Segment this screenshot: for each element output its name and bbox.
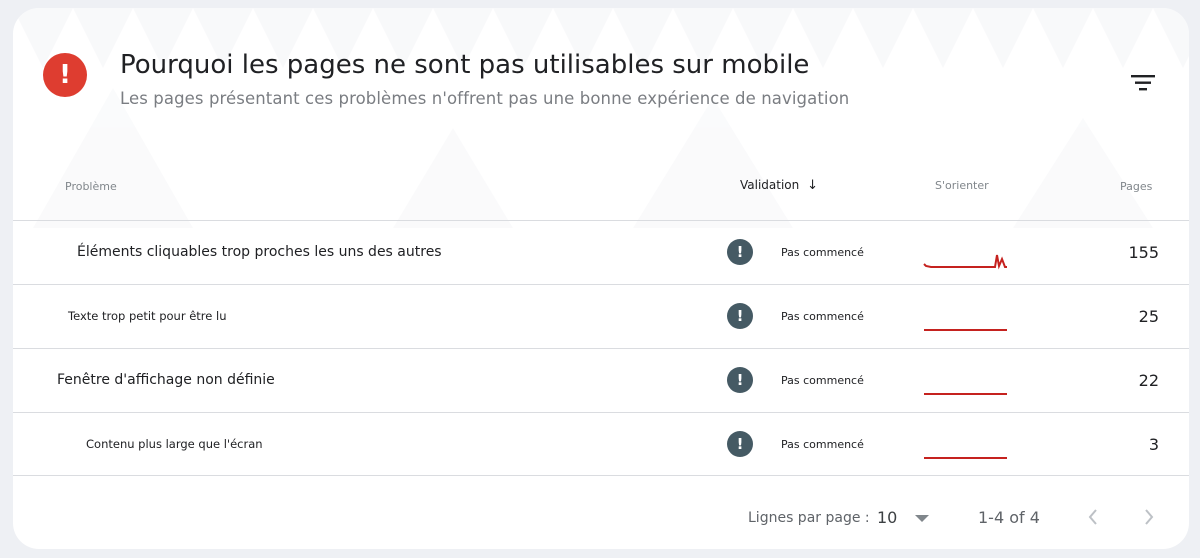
table-row[interactable]: Éléments cliquables trop proches les uns… [13,220,1189,284]
trend-sparkline [924,329,1007,331]
table-row[interactable]: Texte trop petit pour être lu ! Pas comm… [13,284,1189,348]
table-row[interactable]: Fenêtre d'affichage non définie ! Pas co… [13,348,1189,412]
rows-per-page-value: 10 [877,508,898,527]
next-page-button[interactable] [1133,500,1165,534]
row-problem-label: Fenêtre d'affichage non définie [57,372,275,388]
row-problem-label: Contenu plus large que l'écran [86,437,263,451]
row-problem-label: Texte trop petit pour être lu [68,309,227,323]
status-icon: ! [727,303,753,329]
row-pages-count: 25 [1138,307,1159,326]
error-icon: ! [43,53,87,97]
chevron-left-icon [1088,509,1097,525]
issues-card: ! Pourquoi les pages ne sont pas utilisa… [13,8,1189,549]
column-header-pages[interactable]: Pages [1120,180,1152,193]
page-subtitle: Les pages présentant ces problèmes n'off… [120,89,850,108]
row-pages-count: 155 [1128,243,1159,262]
rows-per-page-select[interactable]: 10 [875,502,939,532]
card-header: ! Pourquoi les pages ne sont pas utilisa… [13,8,1189,158]
status-icon: ! [727,239,753,265]
row-status: Pas commencé [781,374,864,387]
table-row[interactable]: Contenu plus large que l'écran ! Pas com… [13,412,1189,476]
table-header: Problème Validation ↓ S'orienter Pages [13,168,1189,220]
rows-per-page-label: Lignes par page : [748,510,870,526]
column-header-validation-label: Validation [740,178,800,192]
column-header-validation[interactable]: Validation ↓ [740,178,818,193]
row-pages-count: 22 [1138,371,1159,390]
chevron-down-icon [915,515,929,522]
column-header-trend[interactable]: S'orienter [935,179,989,192]
trend-sparkline [924,393,1007,395]
status-icon: ! [727,431,753,457]
pagination-footer: Lignes par page : 10 1-4 of 4 [13,484,1189,544]
row-status: Pas commencé [781,246,864,259]
trend-sparkline [924,457,1007,459]
chevron-right-icon [1145,509,1154,525]
filter-icon [1131,75,1155,91]
row-problem-label: Éléments cliquables trop proches les uns… [77,244,442,260]
row-pages-count: 3 [1148,435,1159,454]
status-icon: ! [727,367,753,393]
sort-arrow-icon: ↓ [807,178,818,193]
page-title: Pourquoi les pages ne sont pas utilisabl… [120,50,810,80]
column-header-problem[interactable]: Problème [65,180,117,193]
trend-sparkline [923,254,1007,270]
filter-button[interactable] [1123,64,1163,104]
row-status: Pas commencé [781,310,864,323]
row-status: Pas commencé [781,438,864,451]
previous-page-button[interactable] [1077,500,1109,534]
pagination-range: 1-4 of 4 [978,508,1040,527]
